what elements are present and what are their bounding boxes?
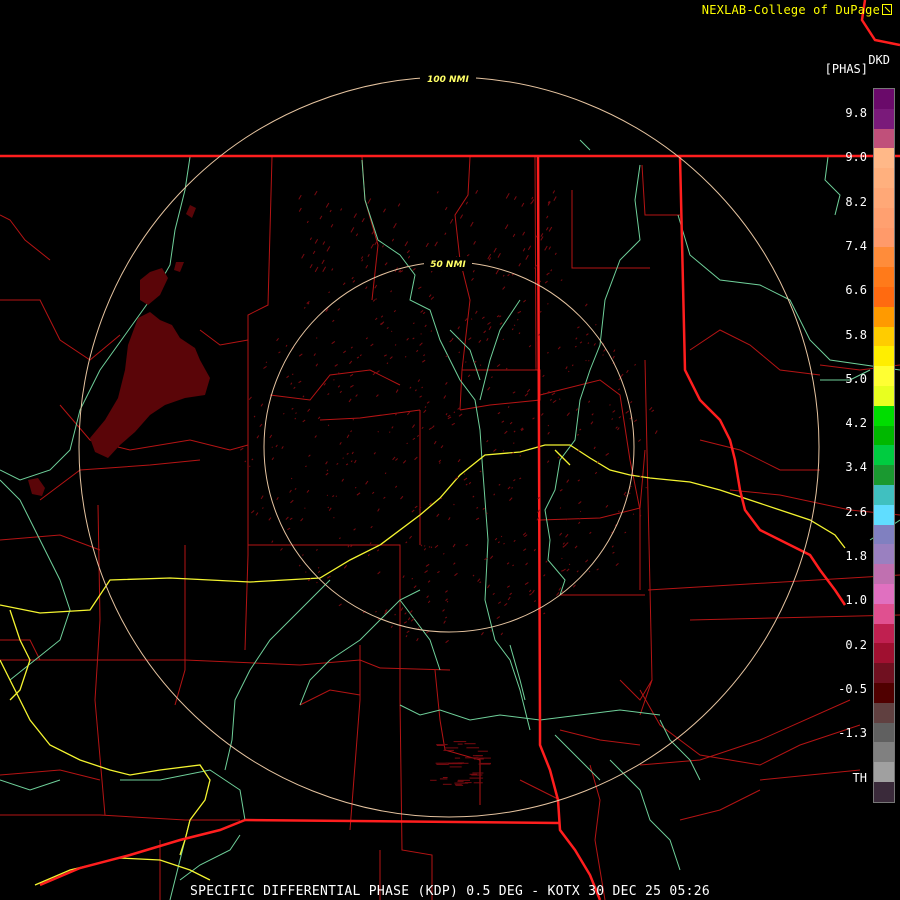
color-scale-tick-label: TH [852,770,867,785]
color-scale-tick-label: 5.8 [845,327,867,342]
color-scale-tick-label: 3.4 [845,460,867,475]
product-caption: SPECIFIC DIFFERENTIAL PHASE (KDP) 0.5 DE… [189,884,711,899]
color-scale-segment [874,108,894,129]
color-scale-tick-label: 1.0 [845,593,867,608]
color-scale-segment [874,544,894,565]
highways [0,444,846,886]
color-scale-segment [874,564,894,584]
ring-100-nmi [78,76,820,818]
color-scale-segment [874,465,894,485]
color-scale-segment [874,425,894,446]
color-scale-segment [874,326,894,347]
credit-text: NEXLAB-College of DuPage [701,3,880,17]
site-label: DKD [868,53,890,67]
color-scale-tick-label: 5.0 [845,371,867,386]
color-scale-segment [874,742,894,763]
color-scale-tick-label: -0.5 [838,681,867,696]
color-scale-segment [874,504,894,525]
color-scale-segment [874,663,894,683]
color-scale-segment [874,405,894,426]
color-scale-tick-label: 1.8 [845,549,867,563]
color-scale-segment [874,128,894,149]
color-scale-tick-label: -1.3 [838,726,867,741]
ring-label-50-nmi: 50 NMI [430,260,466,270]
color-scale-segment [874,227,894,248]
color-scale-segment [874,187,894,208]
ring-label-100-nmi: 100 NMI [427,75,469,85]
color-scale-tick-label: 9.8 [845,106,867,120]
color-scale-segment [874,722,894,743]
color-scale-tick-label: 2.6 [845,504,867,519]
color-scale-segment [874,583,894,604]
color-scale-bar [873,88,895,803]
color-scale-tick-label: 4.2 [845,416,867,431]
color-scale-segment [874,682,894,703]
color-scale-tick-label: 0.2 [845,637,867,652]
color-scale-tick-label: 6.6 [845,283,867,298]
color-scale-segment [874,702,894,723]
color-scale-segment [874,623,894,644]
state-borders [0,0,900,900]
color-scale-segment [874,247,894,268]
color-scale-segment [874,346,894,367]
color-scale-segment [874,524,894,545]
ring-50-nmi [263,261,635,633]
color-scale-segment [874,306,894,327]
color-scale-segment [874,286,894,307]
color-scale-segment [874,148,894,169]
color-scale-segment [874,484,894,505]
color-scale-segment [874,267,894,287]
color-scale-segment [874,781,894,802]
color-scale-segment [874,366,894,386]
color-scale-segment [874,207,894,228]
color-scale-segment [874,168,894,188]
color-scale-segment [874,643,894,664]
range-rings [78,76,820,818]
color-scale-tick-label: 8.2 [845,194,867,209]
unit-label: [PHAS] [824,62,868,76]
color-scale-segment [874,445,894,466]
color-scale-segment [874,89,894,109]
color-scale-segment [874,385,894,406]
color-scale-segment [874,603,894,624]
color-scale-tick-label: 7.4 [845,238,867,253]
radar-echo-region [28,205,210,496]
credit-label: NEXLAB-College of DuPage [702,3,892,17]
color-scale-tick-label: 9.0 [845,150,867,165]
radar-map: 100 NMI 50 NMI [0,0,900,900]
expand-icon [882,4,892,15]
color-scale-segment [874,762,894,782]
